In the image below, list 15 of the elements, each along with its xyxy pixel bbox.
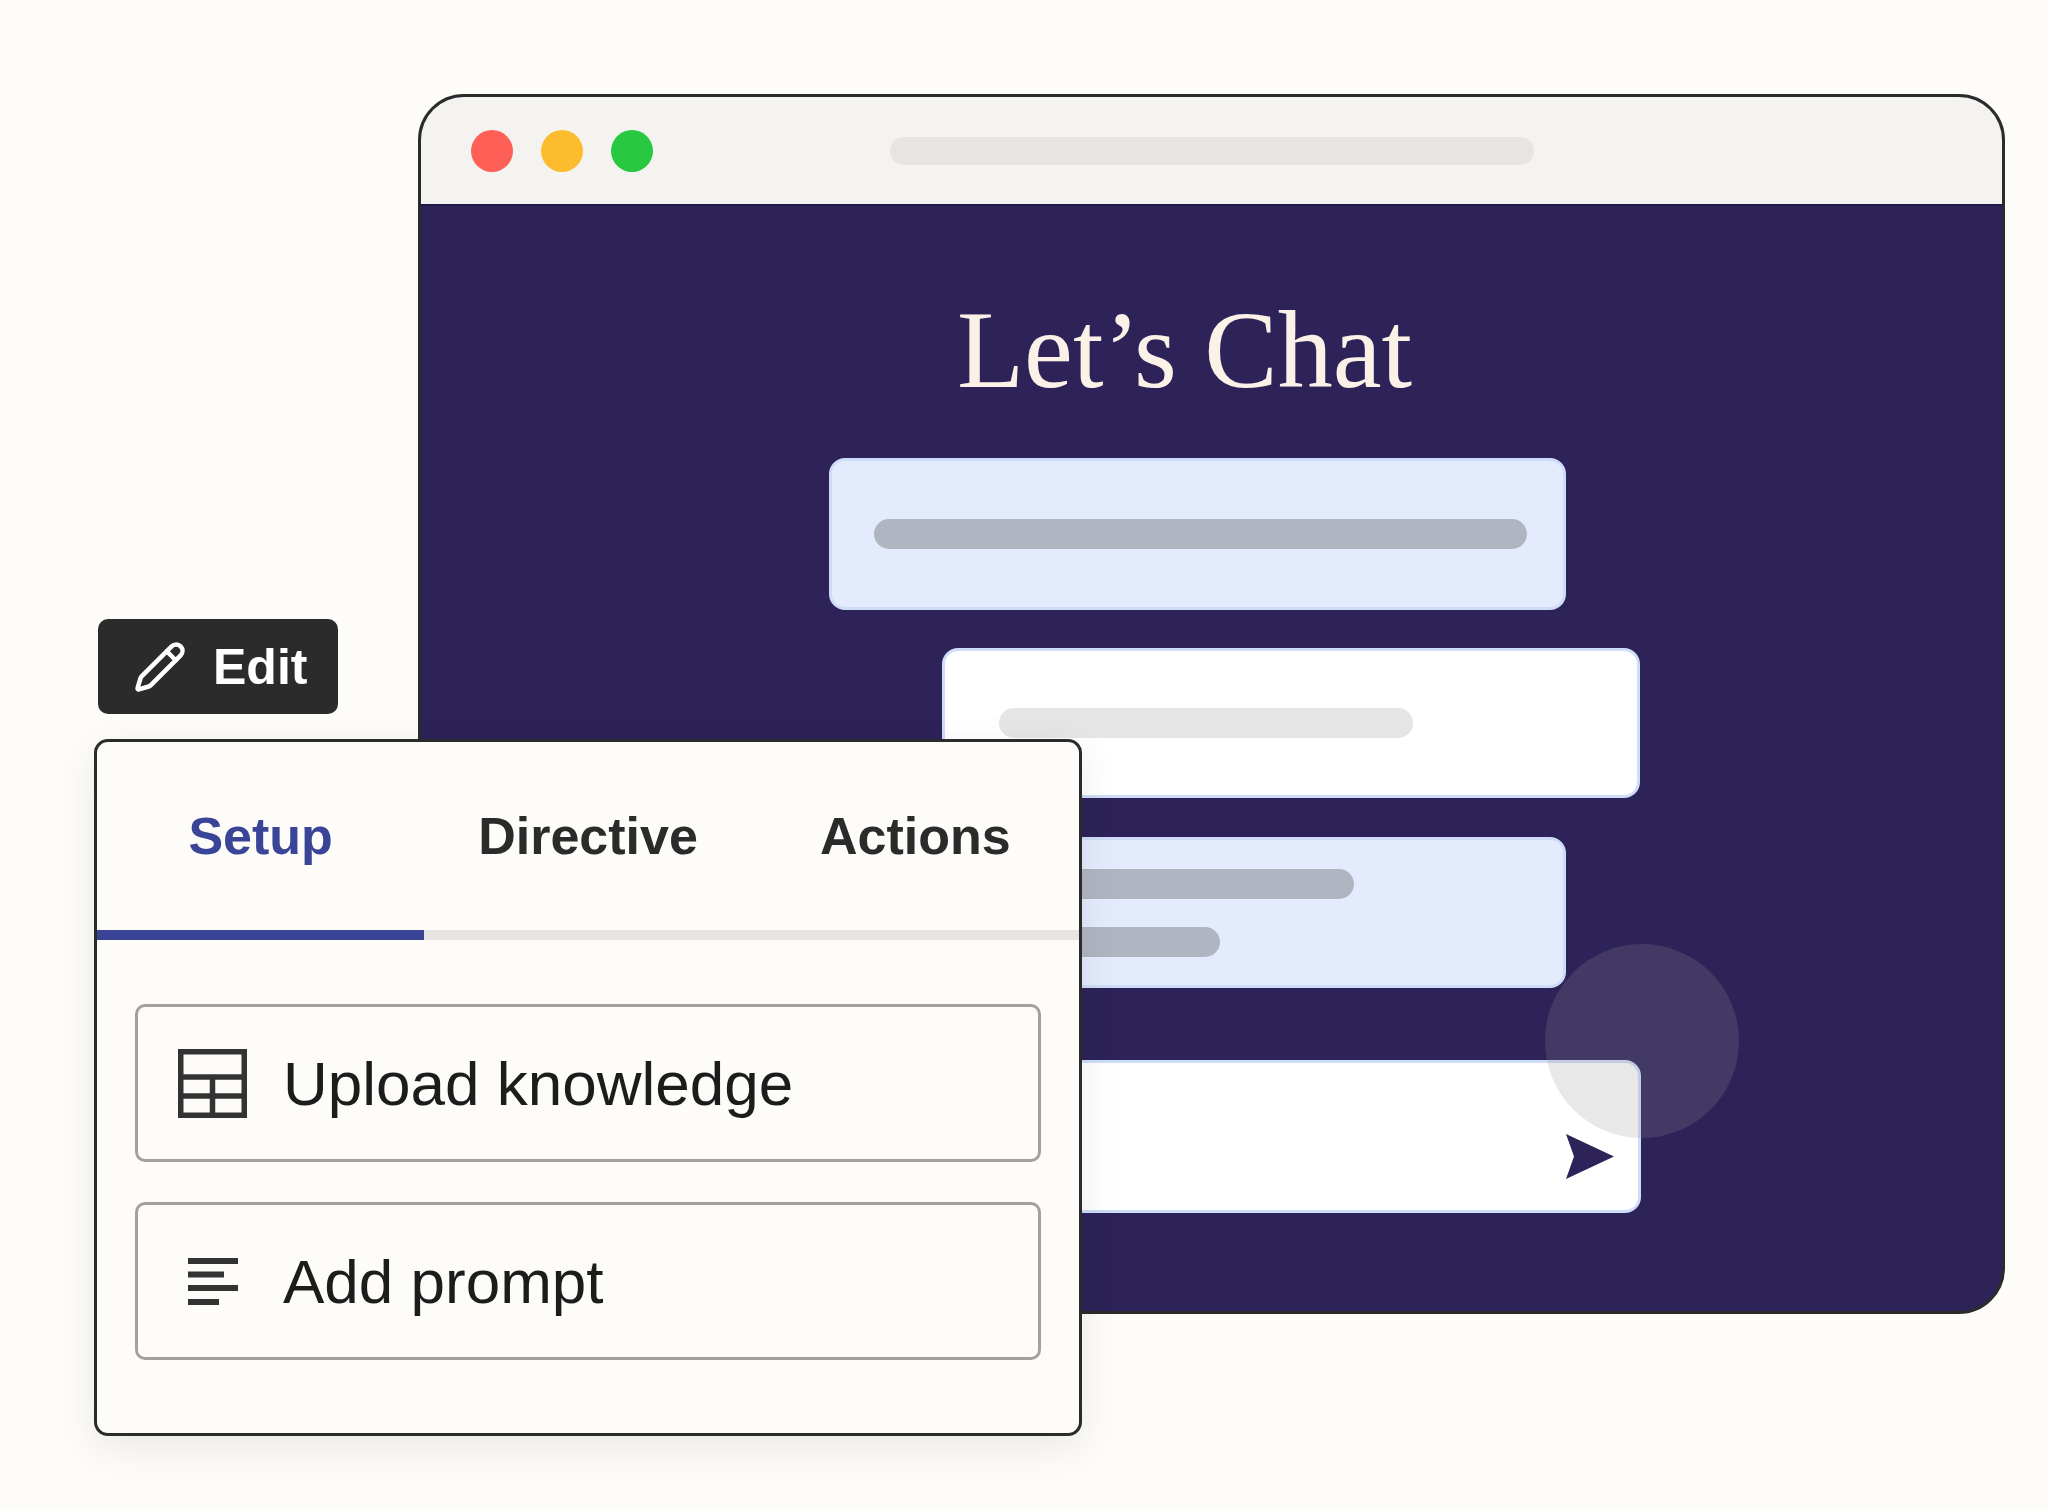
edit-button[interactable]: Edit [98,619,338,714]
text-lines-icon [187,1257,238,1305]
tab[interactable]: Setup [97,742,425,940]
send-icon[interactable] [1566,1134,1614,1179]
tab[interactable]: Actions [751,742,1079,940]
close-window-icon[interactable] [471,129,513,172]
action-button[interactable]: Upload knowledge [135,1004,1041,1162]
message-input[interactable] [1082,1060,1641,1213]
action-button[interactable]: Add prompt [135,1202,1041,1360]
table-icon [178,1048,247,1118]
pencil-icon [133,639,187,694]
tab[interactable]: Directive [424,742,752,940]
chat-title: Let’s Chat [956,295,1413,405]
zoom-window-icon[interactable] [611,129,653,172]
minimize-window-icon[interactable] [541,129,583,172]
